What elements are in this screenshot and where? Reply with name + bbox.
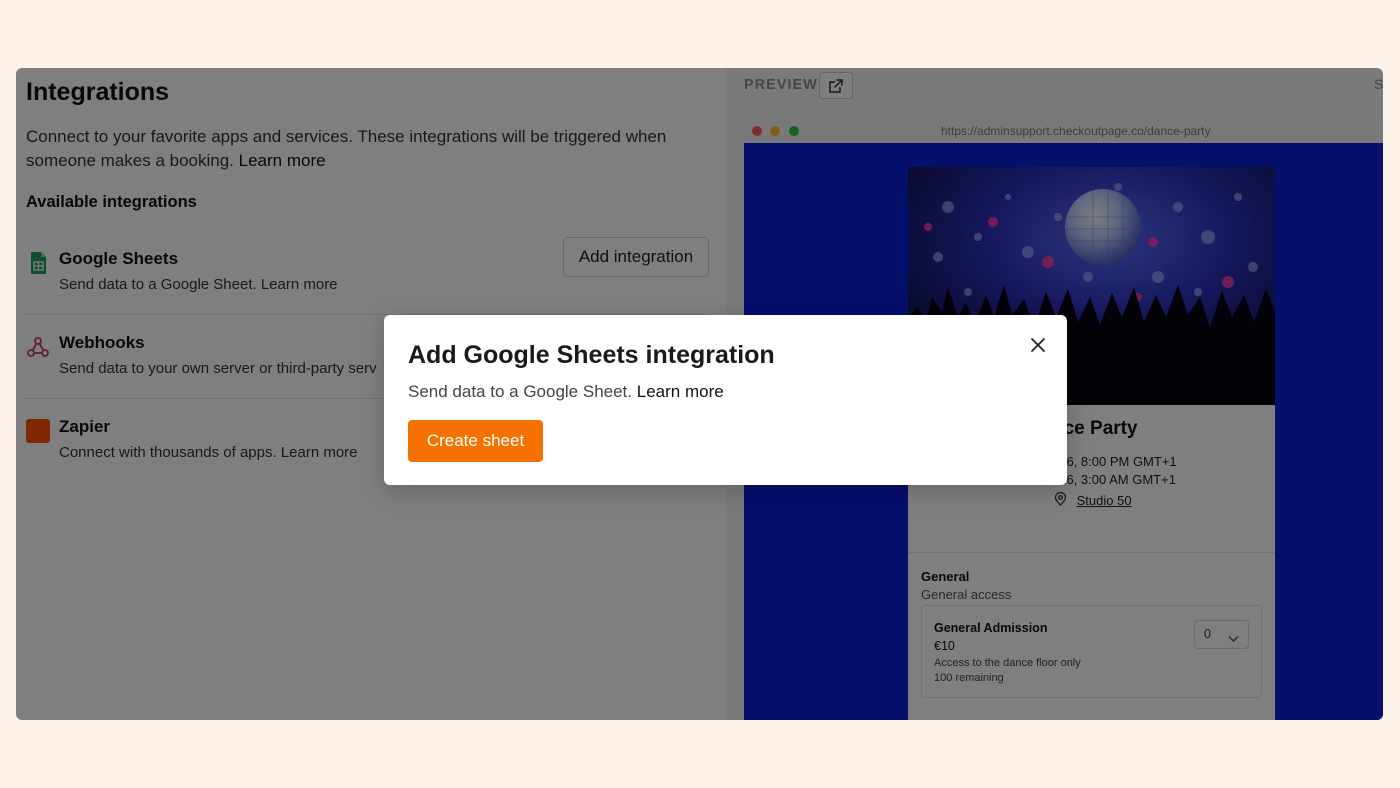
close-button[interactable]: [1027, 334, 1049, 356]
learn-more-link[interactable]: Learn more: [637, 382, 724, 401]
modal-title: Add Google Sheets integration: [408, 341, 775, 369]
modal-description: Send data to a Google Sheet. Learn more: [408, 382, 724, 402]
add-integration-modal: Add Google Sheets integration Send data …: [384, 315, 1067, 485]
close-icon: [1031, 338, 1045, 352]
modal-description-text: Send data to a Google Sheet.: [408, 382, 633, 401]
create-sheet-button[interactable]: Create sheet: [408, 420, 543, 462]
